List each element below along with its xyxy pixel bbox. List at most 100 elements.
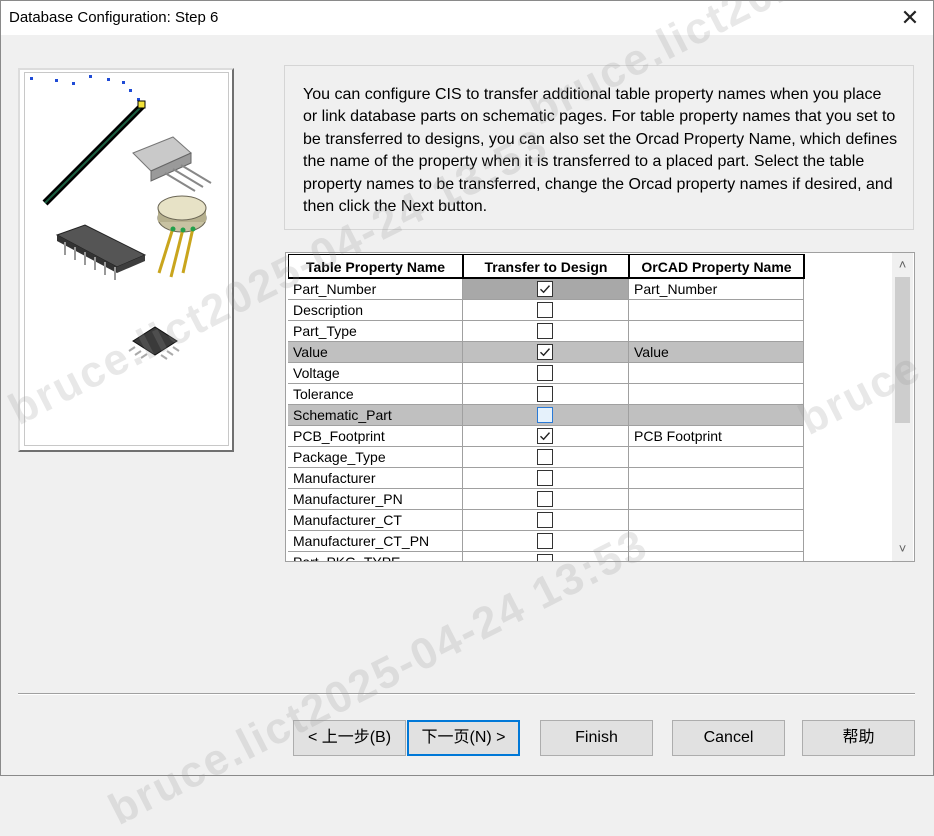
property-name-cell[interactable]: Manufacturer_CT <box>288 510 463 531</box>
vertical-scrollbar[interactable]: ˄ ˅ <box>892 253 913 561</box>
transfer-cell[interactable] <box>463 531 629 552</box>
orcad-name-cell[interactable] <box>629 405 804 426</box>
checkmark-icon <box>540 432 551 441</box>
orcad-name-cell[interactable] <box>629 552 804 561</box>
transfer-checkbox[interactable] <box>537 491 553 507</box>
table-row[interactable]: Schematic_Part <box>288 405 804 426</box>
property-name-cell[interactable]: Part_Number <box>288 279 463 300</box>
property-name-cell[interactable]: Value <box>288 342 463 363</box>
title-bar: Database Configuration: Step 6 ✕ <box>1 1 933 35</box>
orcad-name-cell[interactable] <box>629 468 804 489</box>
close-icon[interactable]: ✕ <box>887 1 933 35</box>
table-row[interactable]: Manufacturer_PN <box>288 489 804 510</box>
table-row[interactable]: Manufacturer_CT <box>288 510 804 531</box>
description-box: You can configure CIS to transfer additi… <box>284 65 914 230</box>
wizard-illustration <box>18 68 234 452</box>
property-name-cell[interactable]: Voltage <box>288 363 463 384</box>
column-header-orcad-property-name[interactable]: OrCAD Property Name <box>629 254 805 279</box>
watermark: bruce.lict2025-04-24 13:53 <box>101 519 656 835</box>
divider <box>18 693 915 695</box>
transfer-cell[interactable] <box>463 342 629 363</box>
transfer-checkbox[interactable] <box>537 470 553 486</box>
orcad-name-cell[interactable] <box>629 363 804 384</box>
orcad-name-cell[interactable]: Value <box>629 342 804 363</box>
orcad-name-cell[interactable]: PCB Footprint <box>629 426 804 447</box>
orcad-name-cell[interactable] <box>629 489 804 510</box>
column-header-table-property-name[interactable]: Table Property Name <box>288 254 464 279</box>
property-name-cell[interactable]: Part_Type <box>288 321 463 342</box>
transfer-checkbox[interactable] <box>537 428 553 444</box>
table-row[interactable]: Description <box>288 300 804 321</box>
orcad-name-cell[interactable] <box>629 321 804 342</box>
checkmark-icon <box>540 285 551 294</box>
next-button[interactable]: 下一页(N) > <box>407 720 520 756</box>
transfer-checkbox[interactable] <box>537 344 553 360</box>
to5-transistor <box>157 195 207 278</box>
table-row[interactable]: Manufacturer_CT_PN <box>288 531 804 552</box>
orcad-name-cell[interactable] <box>629 510 804 531</box>
dialog-window: Database Configuration: Step 6 ✕ You can… <box>0 0 934 835</box>
back-button[interactable]: < 上一步(B) <box>293 720 406 756</box>
transfer-cell[interactable] <box>463 321 629 342</box>
transfer-cell[interactable] <box>463 552 629 561</box>
transfer-cell[interactable] <box>463 426 629 447</box>
transfer-cell[interactable] <box>463 489 629 510</box>
dip-chip <box>55 224 147 280</box>
scroll-up-icon[interactable]: ˄ <box>892 255 913 275</box>
transfer-cell[interactable] <box>463 405 629 426</box>
transfer-cell[interactable] <box>463 468 629 489</box>
table-row[interactable]: Part_Type <box>288 321 804 342</box>
transfer-checkbox[interactable] <box>537 302 553 318</box>
table-row[interactable]: PCB_Footprint PCB Footprint <box>288 426 804 447</box>
transfer-cell[interactable] <box>463 447 629 468</box>
property-name-cell[interactable]: Description <box>288 300 463 321</box>
checkmark-icon <box>540 348 551 357</box>
table-row[interactable]: Value Value <box>288 342 804 363</box>
transfer-cell[interactable] <box>463 384 629 405</box>
transfer-checkbox[interactable] <box>537 554 553 561</box>
orcad-name-cell[interactable]: Part_Number <box>629 279 804 300</box>
orcad-name-cell[interactable] <box>629 531 804 552</box>
property-name-cell[interactable]: Manufacturer_PN <box>288 489 463 510</box>
transfer-cell[interactable] <box>463 279 629 300</box>
property-name-cell[interactable]: Part_PKG_TYPE <box>288 552 463 561</box>
transfer-checkbox[interactable] <box>537 533 553 549</box>
property-name-cell[interactable]: PCB_Footprint <box>288 426 463 447</box>
property-name-cell[interactable]: Package_Type <box>288 447 463 468</box>
transfer-cell[interactable] <box>463 510 629 531</box>
help-button[interactable]: 帮助 <box>802 720 915 756</box>
table-row[interactable]: Part_PKG_TYPE <box>288 552 804 561</box>
description-text: You can configure CIS to transfer additi… <box>303 86 898 216</box>
transfer-checkbox[interactable] <box>537 323 553 339</box>
table-row[interactable]: Voltage <box>288 363 804 384</box>
table-row[interactable]: Package_Type <box>288 447 804 468</box>
transfer-checkbox[interactable] <box>537 407 553 423</box>
orcad-name-cell[interactable] <box>629 300 804 321</box>
transfer-cell[interactable] <box>463 300 629 321</box>
orcad-name-cell[interactable] <box>629 384 804 405</box>
finish-button[interactable]: Finish <box>540 720 653 756</box>
table-row[interactable]: Tolerance <box>288 384 804 405</box>
cancel-button[interactable]: Cancel <box>672 720 785 756</box>
transfer-checkbox[interactable] <box>537 365 553 381</box>
property-name-cell[interactable]: Tolerance <box>288 384 463 405</box>
smd-chip <box>128 326 180 360</box>
column-header-transfer-to-design[interactable]: Transfer to Design <box>463 254 630 279</box>
table-row[interactable]: Manufacturer <box>288 468 804 489</box>
property-table[interactable]: Table Property Name Transfer to Design O… <box>285 252 915 562</box>
property-name-cell[interactable]: Manufacturer_CT_PN <box>288 531 463 552</box>
property-name-cell[interactable]: Manufacturer <box>288 468 463 489</box>
transfer-checkbox[interactable] <box>537 386 553 402</box>
table-row[interactable]: Part_Number Part_Number <box>288 279 804 300</box>
window-title: Database Configuration: Step 6 <box>9 9 219 26</box>
scrollbar-thumb[interactable] <box>895 277 910 423</box>
transfer-checkbox[interactable] <box>537 281 553 297</box>
scroll-down-icon[interactable]: ˅ <box>892 539 913 559</box>
property-name-cell[interactable]: Schematic_Part <box>288 405 463 426</box>
illustration-frame <box>24 72 229 446</box>
transfer-cell[interactable] <box>463 363 629 384</box>
orcad-name-cell[interactable] <box>629 447 804 468</box>
transfer-checkbox[interactable] <box>537 449 553 465</box>
transfer-checkbox[interactable] <box>537 512 553 528</box>
electronic-components-illustration <box>30 75 212 360</box>
